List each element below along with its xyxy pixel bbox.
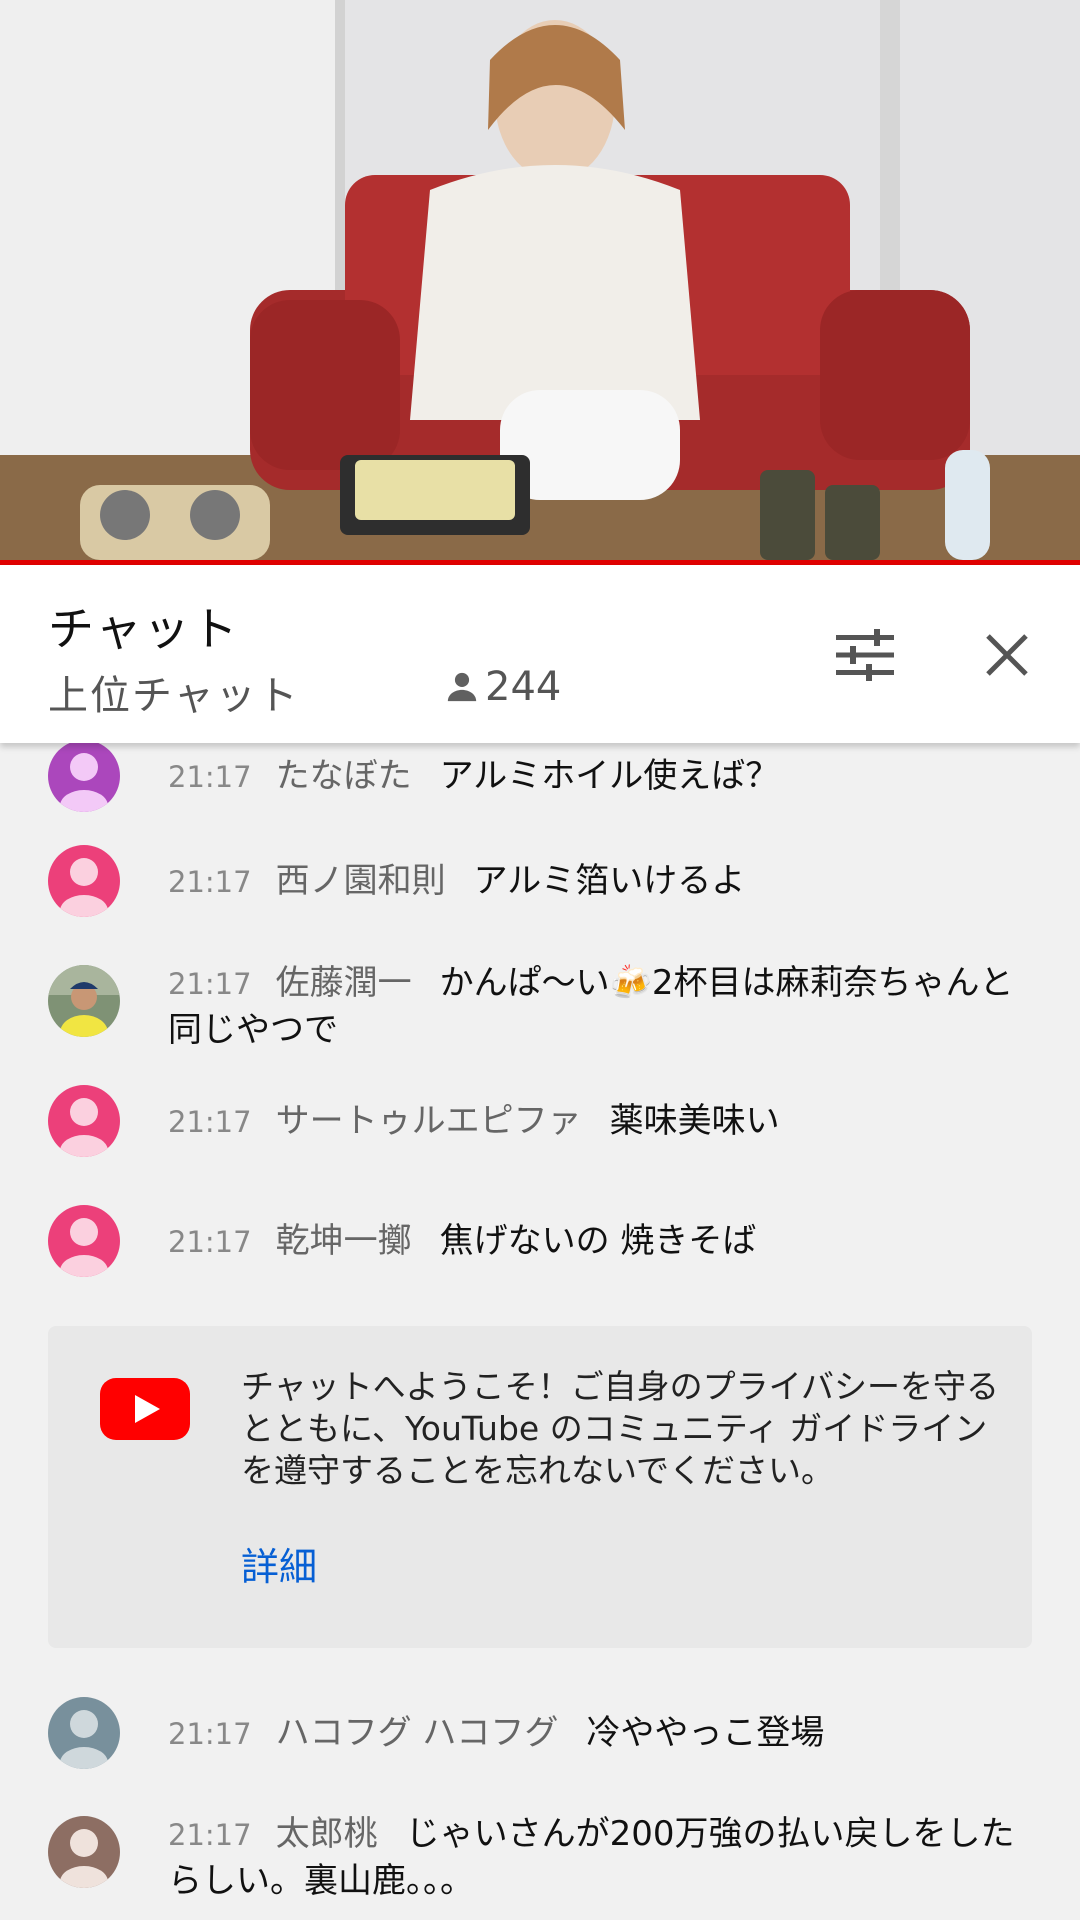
message-author[interactable]: 佐藤潤一 <box>276 963 412 1003</box>
details-link[interactable]: 詳細 <box>241 1536 317 1591</box>
youtube-logo-icon <box>100 1378 190 1440</box>
message-time: 21:17 <box>168 760 252 794</box>
message-author[interactable]: たなぼた <box>276 756 412 796</box>
message-body: 21:17 たなぼた アルミホイル使えば？ <box>168 753 1038 800</box>
avatar-icon <box>48 1205 120 1277</box>
message-author[interactable]: 太郎桃 <box>276 1814 378 1854</box>
message-text: 薬味美味い <box>609 1101 780 1141</box>
person-icon <box>447 672 477 702</box>
message-author[interactable]: 西ノ園和則 <box>276 861 446 901</box>
avatar[interactable] <box>48 1205 120 1277</box>
avatar-icon <box>48 845 120 917</box>
message-text: アルミホイル使えば？ <box>439 756 780 796</box>
avatar[interactable] <box>48 1816 120 1888</box>
chat-message-list[interactable]: 21:17 たなぼた アルミホイル使えば？ 21:17 西ノ園和則 アルミ箔いけるよ <box>0 743 1080 1920</box>
message-body: 21:17 西ノ園和則 アルミ箔いけるよ <box>168 858 1038 905</box>
avatar[interactable] <box>48 965 120 1037</box>
avatar[interactable] <box>48 1697 120 1769</box>
avatar-icon <box>48 1697 120 1769</box>
close-chat-button[interactable] <box>972 620 1042 690</box>
message-text: 冷ややっこ登場 <box>586 1713 825 1753</box>
message-text: 焦げないの 焼きそば <box>439 1221 757 1261</box>
viewer-count-value: 244 <box>485 664 562 710</box>
avatar-icon <box>48 1816 120 1888</box>
message-time: 21:17 <box>168 1818 252 1852</box>
video-player[interactable] <box>0 0 1080 560</box>
chat-header: チャット 上位チャット 244 <box>0 565 1080 743</box>
message-body: 21:17 ハコフグ ハコフグ 冷ややっこ登場 <box>168 1710 1038 1757</box>
message-time: 21:17 <box>168 1225 252 1259</box>
message-time: 21:17 <box>168 967 252 1001</box>
message-time: 21:17 <box>168 865 252 899</box>
message-text: アルミ箔いけるよ <box>473 861 746 901</box>
message-body: 21:17 サートゥルエピファ 薬味美味い <box>168 1098 1038 1145</box>
message-author[interactable]: サートゥルエピファ <box>276 1101 582 1141</box>
close-icon <box>986 634 1028 676</box>
youtube-logo <box>100 1378 190 1444</box>
avatar[interactable] <box>48 1085 120 1157</box>
message-author[interactable]: 乾坤一擲 <box>276 1221 412 1261</box>
tune-icon <box>836 629 894 681</box>
avatar[interactable] <box>48 743 120 812</box>
message-author[interactable]: ハコフグ ハコフグ <box>276 1713 559 1753</box>
chat-title: チャット <box>48 602 240 656</box>
chat-mode-selector[interactable]: 上位チャット <box>48 663 300 721</box>
avatar-icon <box>48 743 120 812</box>
viewer-count: 244 <box>445 664 561 710</box>
avatar[interactable] <box>48 845 120 917</box>
message-time: 21:17 <box>168 1717 252 1751</box>
avatar-icon <box>48 1085 120 1157</box>
welcome-card: チャットへようこそ！ご自身のプライバシーを守るとともに、YouTube のコミュ… <box>48 1326 1032 1648</box>
video-frame <box>0 0 1080 560</box>
filter-button[interactable] <box>830 620 900 690</box>
welcome-text: チャットへようこそ！ご自身のプライバシーを守るとともに、YouTube のコミュ… <box>241 1367 1000 1490</box>
message-body: 21:17 太郎桃 じゃいさんが200万強の払い戻しをしたらしい。裏山鹿。。。 <box>168 1811 1038 1904</box>
message-body: 21:17 乾坤一擲 焦げないの 焼きそば <box>168 1218 1038 1265</box>
avatar-photo-icon <box>48 965 120 1037</box>
message-time: 21:17 <box>168 1105 252 1139</box>
message-body: 21:17 佐藤潤一 かんぱ〜い🍻2杯目は麻莉奈ちゃんと同じやつで <box>168 960 1038 1053</box>
